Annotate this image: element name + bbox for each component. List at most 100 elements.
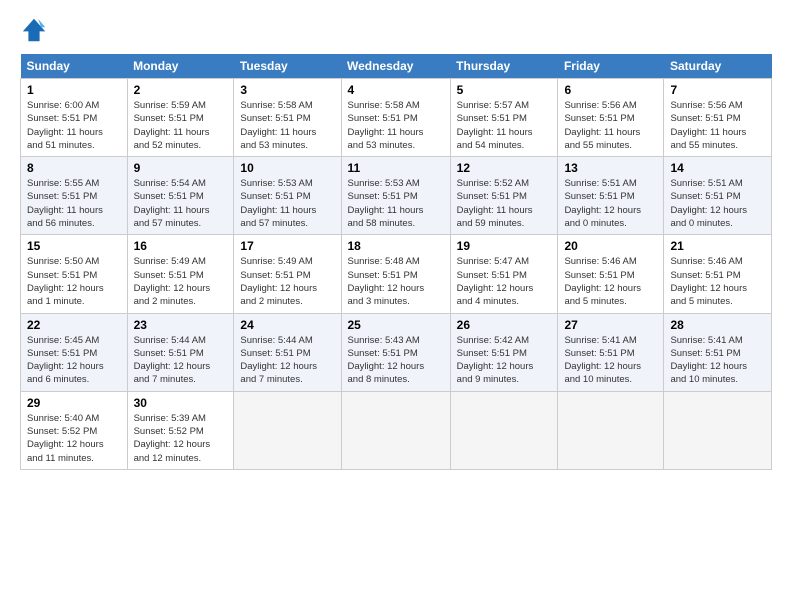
day-cell: 16 Sunrise: 5:49 AM Sunset: 5:51 PM Dayli…: [127, 235, 234, 313]
day-number: 25: [348, 318, 444, 332]
day-info: Sunrise: 5:47 AM Sunset: 5:51 PM Dayligh…: [457, 255, 552, 308]
day-number: 7: [670, 83, 765, 97]
day-cell: 22 Sunrise: 5:45 AM Sunset: 5:51 PM Dayli…: [21, 313, 128, 391]
week-row-1: 8 Sunrise: 5:55 AM Sunset: 5:51 PM Daylig…: [21, 157, 772, 235]
day-number: 3: [240, 83, 334, 97]
col-header-sunday: Sunday: [21, 54, 128, 79]
day-cell: 3 Sunrise: 5:58 AM Sunset: 5:51 PM Daylig…: [234, 79, 341, 157]
day-cell: 23 Sunrise: 5:44 AM Sunset: 5:51 PM Dayli…: [127, 313, 234, 391]
day-info: Sunrise: 5:49 AM Sunset: 5:51 PM Dayligh…: [134, 255, 228, 308]
page: SundayMondayTuesdayWednesdayThursdayFrid…: [0, 0, 792, 480]
day-number: 18: [348, 239, 444, 253]
day-number: 19: [457, 239, 552, 253]
calendar-table: SundayMondayTuesdayWednesdayThursdayFrid…: [20, 54, 772, 470]
day-info: Sunrise: 5:43 AM Sunset: 5:51 PM Dayligh…: [348, 334, 444, 387]
day-cell: 13 Sunrise: 5:51 AM Sunset: 5:51 PM Dayli…: [558, 157, 664, 235]
day-number: 23: [134, 318, 228, 332]
day-cell: [234, 391, 341, 469]
day-info: Sunrise: 5:41 AM Sunset: 5:51 PM Dayligh…: [670, 334, 765, 387]
day-number: 22: [27, 318, 121, 332]
day-info: Sunrise: 5:56 AM Sunset: 5:51 PM Dayligh…: [670, 99, 765, 152]
day-cell: 2 Sunrise: 5:59 AM Sunset: 5:51 PM Daylig…: [127, 79, 234, 157]
logo: [20, 16, 52, 44]
day-number: 21: [670, 239, 765, 253]
day-info: Sunrise: 5:44 AM Sunset: 5:51 PM Dayligh…: [240, 334, 334, 387]
day-info: Sunrise: 5:41 AM Sunset: 5:51 PM Dayligh…: [564, 334, 657, 387]
day-cell: 5 Sunrise: 5:57 AM Sunset: 5:51 PM Daylig…: [450, 79, 558, 157]
day-info: Sunrise: 5:42 AM Sunset: 5:51 PM Dayligh…: [457, 334, 552, 387]
day-cell: 19 Sunrise: 5:47 AM Sunset: 5:51 PM Dayli…: [450, 235, 558, 313]
day-info: Sunrise: 5:55 AM Sunset: 5:51 PM Dayligh…: [27, 177, 121, 230]
day-cell: 24 Sunrise: 5:44 AM Sunset: 5:51 PM Dayli…: [234, 313, 341, 391]
day-cell: 6Sunrise: 5:56 AM Sunset: 5:51 PM Daylig…: [558, 79, 664, 157]
day-number: 5: [457, 83, 552, 97]
week-row-4: 29Sunrise: 5:40 AM Sunset: 5:52 PM Dayli…: [21, 391, 772, 469]
day-number: 15: [27, 239, 121, 253]
day-number: 8: [27, 161, 121, 175]
day-cell: [450, 391, 558, 469]
col-header-wednesday: Wednesday: [341, 54, 450, 79]
day-number: 24: [240, 318, 334, 332]
day-info: Sunrise: 5:44 AM Sunset: 5:51 PM Dayligh…: [134, 334, 228, 387]
day-info: Sunrise: 5:58 AM Sunset: 5:51 PM Dayligh…: [240, 99, 334, 152]
day-cell: 26 Sunrise: 5:42 AM Sunset: 5:51 PM Dayli…: [450, 313, 558, 391]
day-info: Sunrise: 5:53 AM Sunset: 5:51 PM Dayligh…: [348, 177, 444, 230]
day-info: Sunrise: 5:58 AM Sunset: 5:51 PM Dayligh…: [348, 99, 444, 152]
day-cell: 8 Sunrise: 5:55 AM Sunset: 5:51 PM Daylig…: [21, 157, 128, 235]
day-cell: [341, 391, 450, 469]
day-cell: 1 Sunrise: 6:00 AM Sunset: 5:51 PM Daylig…: [21, 79, 128, 157]
day-number: 9: [134, 161, 228, 175]
day-cell: [664, 391, 772, 469]
day-cell: 28 Sunrise: 5:41 AM Sunset: 5:51 PM Dayli…: [664, 313, 772, 391]
day-number: 27: [564, 318, 657, 332]
week-row-0: 1 Sunrise: 6:00 AM Sunset: 5:51 PM Daylig…: [21, 79, 772, 157]
day-info: Sunrise: 5:50 AM Sunset: 5:51 PM Dayligh…: [27, 255, 121, 308]
day-info: Sunrise: 5:46 AM Sunset: 5:51 PM Dayligh…: [670, 255, 765, 308]
day-cell: 25 Sunrise: 5:43 AM Sunset: 5:51 PM Dayli…: [341, 313, 450, 391]
header: [20, 16, 772, 44]
day-cell: 18 Sunrise: 5:48 AM Sunset: 5:51 PM Dayli…: [341, 235, 450, 313]
day-info: Sunrise: 5:57 AM Sunset: 5:51 PM Dayligh…: [457, 99, 552, 152]
day-info: Sunrise: 5:59 AM Sunset: 5:51 PM Dayligh…: [134, 99, 228, 152]
day-cell: 9Sunrise: 5:54 AM Sunset: 5:51 PM Daylig…: [127, 157, 234, 235]
day-cell: 21 Sunrise: 5:46 AM Sunset: 5:51 PM Dayli…: [664, 235, 772, 313]
col-header-monday: Monday: [127, 54, 234, 79]
day-number: 28: [670, 318, 765, 332]
day-cell: 27 Sunrise: 5:41 AM Sunset: 5:51 PM Dayli…: [558, 313, 664, 391]
day-number: 29: [27, 396, 121, 410]
day-number: 16: [134, 239, 228, 253]
col-header-tuesday: Tuesday: [234, 54, 341, 79]
week-row-2: 15 Sunrise: 5:50 AM Sunset: 5:51 PM Dayli…: [21, 235, 772, 313]
day-info: Sunrise: 6:00 AM Sunset: 5:51 PM Dayligh…: [27, 99, 121, 152]
day-info: Sunrise: 5:53 AM Sunset: 5:51 PM Dayligh…: [240, 177, 334, 230]
day-cell: 12 Sunrise: 5:52 AM Sunset: 5:51 PM Dayli…: [450, 157, 558, 235]
day-number: 2: [134, 83, 228, 97]
day-cell: 11 Sunrise: 5:53 AM Sunset: 5:51 PM Dayli…: [341, 157, 450, 235]
day-info: Sunrise: 5:46 AM Sunset: 5:51 PM Dayligh…: [564, 255, 657, 308]
day-cell: [558, 391, 664, 469]
day-info: Sunrise: 5:51 AM Sunset: 5:51 PM Dayligh…: [564, 177, 657, 230]
day-number: 20: [564, 239, 657, 253]
header-row: SundayMondayTuesdayWednesdayThursdayFrid…: [21, 54, 772, 79]
day-number: 30: [134, 396, 228, 410]
day-info: Sunrise: 5:49 AM Sunset: 5:51 PM Dayligh…: [240, 255, 334, 308]
day-info: Sunrise: 5:52 AM Sunset: 5:51 PM Dayligh…: [457, 177, 552, 230]
day-cell: 7 Sunrise: 5:56 AM Sunset: 5:51 PM Daylig…: [664, 79, 772, 157]
day-number: 11: [348, 161, 444, 175]
day-info: Sunrise: 5:51 AM Sunset: 5:51 PM Dayligh…: [670, 177, 765, 230]
day-number: 1: [27, 83, 121, 97]
day-cell: 14Sunrise: 5:51 AM Sunset: 5:51 PM Dayli…: [664, 157, 772, 235]
week-row-3: 22 Sunrise: 5:45 AM Sunset: 5:51 PM Dayli…: [21, 313, 772, 391]
day-info: Sunrise: 5:48 AM Sunset: 5:51 PM Dayligh…: [348, 255, 444, 308]
day-number: 10: [240, 161, 334, 175]
day-info: Sunrise: 5:56 AM Sunset: 5:51 PM Dayligh…: [564, 99, 657, 152]
logo-icon: [20, 16, 48, 44]
day-number: 12: [457, 161, 552, 175]
day-number: 26: [457, 318, 552, 332]
day-cell: 30Sunrise: 5:39 AM Sunset: 5:52 PM Dayli…: [127, 391, 234, 469]
day-cell: 17 Sunrise: 5:49 AM Sunset: 5:51 PM Dayli…: [234, 235, 341, 313]
day-number: 13: [564, 161, 657, 175]
day-cell: 29Sunrise: 5:40 AM Sunset: 5:52 PM Dayli…: [21, 391, 128, 469]
day-number: 17: [240, 239, 334, 253]
day-info: Sunrise: 5:45 AM Sunset: 5:51 PM Dayligh…: [27, 334, 121, 387]
